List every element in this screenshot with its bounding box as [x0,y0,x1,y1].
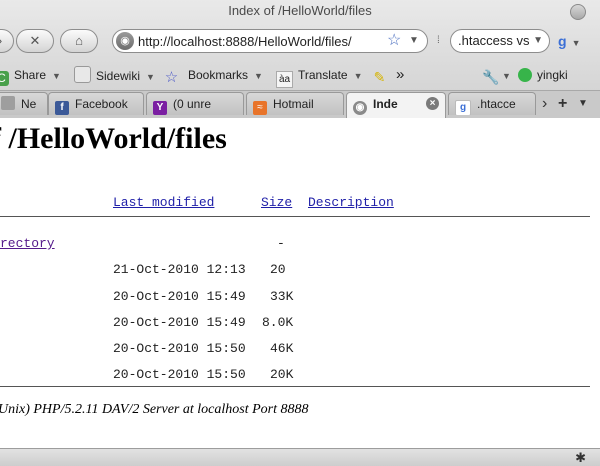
row-modified: 20-Oct-2010 15:49 [113,315,246,330]
row-size: 20 [270,262,286,277]
chevron-right-double-icon: » [396,66,405,83]
row-size: 33K [270,289,294,304]
back-arrow-icon: › [0,33,2,48]
home-button[interactable]: ⌂ [60,29,98,53]
tab-strip: Ne f Facebook Y (0 unre ≈ Hotmail ◉ Inde × g… [0,90,600,118]
row-modified: 21-Oct-2010 12:13 [113,262,246,277]
search-box[interactable]: .htaccess vs ▼ [450,29,550,53]
pencil-icon: ✎ [373,69,386,85]
page-content: f /HelloWorld/files Last modified Size D… [0,118,600,448]
sort-description-link[interactable]: Description [308,195,394,210]
row-size: 46K [270,341,294,356]
star-icon: ☆ [164,69,179,86]
sort-last-modified-link[interactable]: Last modified [113,195,214,210]
home-icon: ⌂ [75,33,83,48]
stop-icon: ✕ [29,33,41,48]
bookmarks-dropdown-icon: ▼ [254,71,263,81]
close-tab-icon[interactable]: × [426,97,439,110]
window-title: Index of /HelloWorld/files [228,3,372,18]
facebook-icon: f [55,101,69,115]
tab-index-active[interactable]: ◉ Inde × [346,92,446,118]
parent-directory-link[interactable]: rectory [0,236,55,251]
row-modified: 20-Oct-2010 15:50 [113,367,246,382]
parent-directory-row: rectory [0,236,55,251]
page-heading: f /HelloWorld/files [0,122,227,155]
site-identity-icon[interactable]: ◉ [116,32,134,50]
firebug-icon[interactable]: ✱ [575,449,586,466]
server-signature: Unix) PHP/5.2.11 DAV/2 Server at localho… [0,402,309,417]
share-icon: C [0,71,9,86]
page-icon [1,96,15,110]
row-size: 20K [270,367,294,382]
engine-dropdown-icon: ▼ [571,38,581,48]
sidewiki-button[interactable]: Sidewiki ▼ [74,66,155,84]
more-chevron-button[interactable]: » [396,66,404,84]
row-modified: 20-Oct-2010 15:49 [113,289,246,304]
sidewiki-icon [74,66,91,83]
parent-directory-size: - [277,236,285,251]
share-dropdown-icon: ▼ [52,71,61,81]
new-tab-icon[interactable]: + [558,94,567,114]
translate-button[interactable]: àa Translate ▼ [276,66,363,88]
url-input[interactable] [138,32,374,50]
browser-chrome: Index of /HelloWorld/files › ✕ ⌂ ◉ ☆ ▼ ⁞… [0,0,600,119]
address-bar[interactable]: ◉ ☆ ▼ [112,29,428,53]
google-search-engine-button[interactable]: g ▼ [558,31,594,51]
navigation-toolbar: › ✕ ⌂ ◉ ☆ ▼ ⁞ .htaccess vs ▼ g▼ [0,27,600,57]
tab-htaccess[interactable]: g .htacce [448,92,536,115]
sort-size-link[interactable]: Size [261,195,292,210]
hotmail-icon: ≈ [253,101,267,115]
tab-hotmail[interactable]: ≈ Hotmail [246,92,344,115]
tab-yahoo-mail[interactable]: Y (0 unre [146,92,244,115]
status-bar: ✱ [0,448,600,466]
bookmark-star-icon[interactable]: ☆ [387,31,401,51]
share-button[interactable]: C Share ▼ [0,66,61,86]
user-account-button[interactable]: yingki [518,66,568,84]
wrench-icon: 🔧 [482,69,500,85]
wrench-dropdown-icon: ▼ [502,71,511,81]
header-divider [0,216,590,217]
column-description[interactable]: Description [308,195,394,210]
column-size[interactable]: Size [261,195,292,210]
yahoo-icon: Y [153,101,167,115]
sidewiki-dropdown-icon: ▼ [146,72,155,82]
toolbar-splitter[interactable]: ⁞ [437,35,440,46]
google-logo-icon: g [558,33,567,49]
row-modified: 20-Oct-2010 15:50 [113,341,246,356]
row-size: 8.0K [262,315,294,330]
wrench-button[interactable]: 🔧 ▼ [482,66,511,85]
user-status-icon [518,68,532,82]
google-icon: g [455,100,471,115]
stop-button[interactable]: ✕ [16,29,54,53]
bookmarks-button[interactable]: ☆ Bookmarks ▼ [164,66,263,86]
globe-icon: ◉ [353,101,367,115]
translate-dropdown-icon: ▼ [353,71,363,81]
search-input[interactable]: .htaccess vs [458,33,530,48]
translate-icon: àa [276,71,293,88]
column-last-modified[interactable]: Last modified [113,195,214,210]
footer-divider [0,386,590,387]
bookmarks-toolbar: C Share ▼ Sidewiki ▼ ☆ Bookmarks ▼ àa Translat… [0,62,600,88]
tab-scroll-right-icon[interactable]: › [542,94,547,114]
tab-facebook[interactable]: f Facebook [48,92,144,115]
list-all-tabs-icon[interactable]: ▼ [578,94,588,114]
tab-ne[interactable]: Ne [0,92,48,115]
search-dropdown-icon[interactable]: ▼ [533,30,543,52]
back-button[interactable]: › [0,29,14,53]
url-history-dropdown-icon[interactable]: ▼ [409,32,419,50]
window-zoom-button[interactable] [570,4,586,20]
autofill-button[interactable]: ✎ [372,66,392,85]
